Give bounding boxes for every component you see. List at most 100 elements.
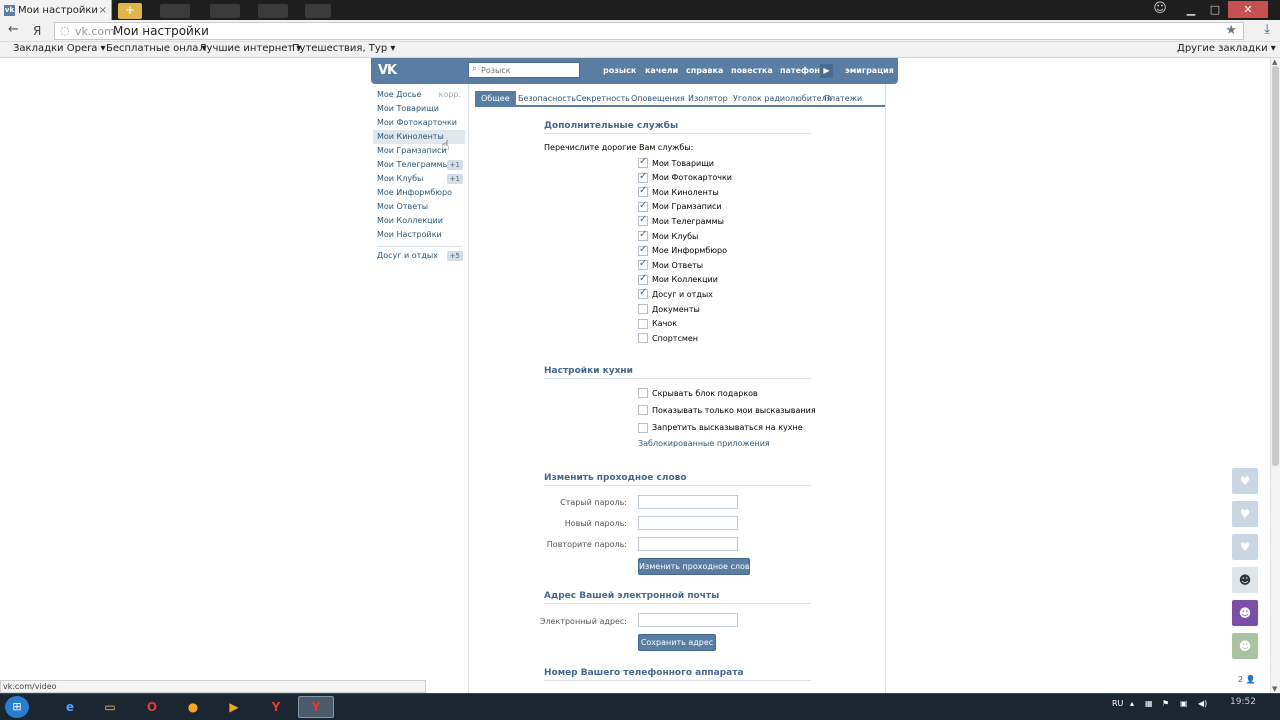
browser-tab[interactable]: vk Мои настройки × bbox=[0, 0, 112, 20]
background-tab[interactable] bbox=[160, 4, 190, 18]
friends-count[interactable]: 2 👤 bbox=[1238, 675, 1256, 684]
sidebar-item-videos[interactable]: Мои Киноленты bbox=[373, 130, 465, 144]
checkbox[interactable] bbox=[638, 273, 648, 285]
checkbox[interactable] bbox=[638, 388, 648, 398]
tab-payments[interactable]: Платежи bbox=[824, 91, 862, 107]
checkbox-row[interactable]: Спортсмен bbox=[638, 332, 698, 344]
bookmark-folder[interactable]: Бесплатные онла ▾ bbox=[106, 43, 207, 54]
other-bookmarks[interactable]: Другие закладки ▾ bbox=[1177, 43, 1276, 54]
sidebar-item-profile[interactable]: Мое Досье корр. bbox=[373, 88, 465, 102]
checkbox-row[interactable]: Мои Клубы bbox=[638, 229, 698, 242]
page-info-icon[interactable]: ◌ bbox=[60, 24, 70, 37]
tab-notifications[interactable]: Оповещения bbox=[631, 91, 685, 107]
language-indicator[interactable]: RU bbox=[1112, 699, 1123, 708]
minimize-icon[interactable]: ▁ bbox=[1180, 1, 1202, 18]
back-icon[interactable]: ← bbox=[8, 22, 19, 37]
tab-close-icon[interactable]: × bbox=[99, 5, 107, 16]
sidebar-item-audio[interactable]: Мои Грамзаписи bbox=[373, 144, 465, 158]
tab-security[interactable]: Безопасность bbox=[518, 91, 576, 107]
bookmark-star-icon[interactable]: ★ bbox=[1225, 23, 1237, 38]
checkbox[interactable] bbox=[638, 318, 648, 329]
background-tab[interactable] bbox=[210, 4, 240, 18]
checkbox-row[interactable]: Мои Ответы bbox=[638, 258, 703, 271]
bookmark-folder[interactable]: Путешествия, Тур ▾ bbox=[292, 43, 395, 54]
checkbox-row[interactable]: Мои Телеграммы bbox=[638, 214, 724, 227]
friend-avatar[interactable]: ☻ bbox=[1232, 567, 1258, 593]
new-tab-button[interactable]: + bbox=[118, 3, 142, 19]
checkbox-row[interactable]: Показывать только мои высказывания bbox=[638, 404, 816, 416]
start-button[interactable]: ⊞ bbox=[5, 696, 29, 718]
sidebar-item-photos[interactable]: Мои Фотокарточки bbox=[373, 116, 465, 130]
url-field[interactable]: Я ◌ vk.com Мои настройки ★ bbox=[33, 22, 1244, 40]
sidebar-item-friends[interactable]: Мои Товарищи bbox=[373, 102, 465, 116]
bookmark-folder[interactable]: Лучшие интернет ▾ bbox=[199, 43, 301, 54]
user-profile-icon[interactable]: ☺ bbox=[1150, 1, 1170, 19]
checkbox[interactable] bbox=[638, 422, 648, 433]
sidebar-item-leisure[interactable]: Досуг и отдых +5 bbox=[373, 249, 465, 263]
explorer-icon[interactable]: ▭ bbox=[92, 696, 128, 718]
checkbox[interactable] bbox=[638, 229, 648, 241]
scroll-up-icon[interactable]: ▲ bbox=[1272, 58, 1277, 66]
checkbox-row[interactable]: Мои Коллекции bbox=[638, 273, 718, 286]
checkbox[interactable] bbox=[638, 304, 648, 314]
vk-logo[interactable]: VK bbox=[378, 63, 404, 79]
checkbox[interactable] bbox=[638, 287, 648, 300]
old-password-field[interactable] bbox=[638, 495, 738, 509]
nav-link[interactable]: патефон bbox=[780, 66, 820, 75]
sidebar-item-news[interactable]: Мое Информбюро bbox=[373, 186, 465, 200]
tab-blacklist[interactable]: Изолятор bbox=[688, 91, 728, 107]
flag-icon[interactable]: ⚑ bbox=[1162, 699, 1169, 708]
checkbox[interactable] bbox=[638, 185, 648, 198]
close-window-icon[interactable]: ✕ bbox=[1228, 1, 1268, 18]
sidebar-item-bookmarks[interactable]: Мои Коллекции bbox=[373, 214, 465, 228]
checkbox-row[interactable]: Мои Товарищи bbox=[638, 156, 714, 169]
friend-avatar[interactable]: ♥ bbox=[1232, 501, 1258, 527]
background-tab[interactable] bbox=[305, 4, 331, 18]
blocked-apps-link[interactable]: Заблокированные приложения bbox=[638, 439, 770, 448]
friend-avatar[interactable]: ♥ bbox=[1232, 534, 1258, 560]
download-icon[interactable]: ⤓ bbox=[1264, 22, 1270, 37]
player-icon[interactable]: ▶ bbox=[216, 696, 252, 718]
tab-general[interactable]: Общее bbox=[475, 91, 516, 107]
checkbox[interactable] bbox=[638, 171, 648, 183]
yandex-browser-icon[interactable]: Y bbox=[258, 696, 294, 718]
opera-icon[interactable]: O bbox=[134, 696, 170, 718]
tab-privacy[interactable]: Секретность bbox=[576, 91, 630, 107]
search-box[interactable]: ⌕ bbox=[468, 62, 580, 78]
checkbox-row[interactable]: Досуг и отдых bbox=[638, 287, 713, 300]
bookmark-folder[interactable]: Закладки Opera ▾ bbox=[13, 43, 106, 54]
volume-icon[interactable]: ◀) bbox=[1198, 699, 1207, 708]
sidebar-item-messages[interactable]: Мои Телеграммы +1 bbox=[373, 158, 465, 172]
maximize-icon[interactable]: □ bbox=[1204, 1, 1226, 18]
scroll-down-icon[interactable]: ▼ bbox=[1272, 685, 1277, 693]
email-field[interactable] bbox=[638, 613, 738, 627]
checkbox[interactable] bbox=[638, 405, 648, 416]
sidebar-item-groups[interactable]: Мои Клубы +1 bbox=[373, 172, 465, 186]
sidebar-item-answers[interactable]: Мои Ответы bbox=[373, 200, 465, 214]
play-arrow-icon[interactable]: ▶ bbox=[820, 64, 833, 78]
checkbox[interactable] bbox=[638, 333, 648, 344]
friend-avatar[interactable]: ☻ bbox=[1232, 633, 1258, 659]
checkbox-row[interactable]: Мое Информбюро bbox=[638, 244, 727, 257]
checkbox[interactable] bbox=[638, 258, 648, 271]
sidebar-item-settings[interactable]: Мои Настройки bbox=[373, 228, 465, 242]
friend-avatar[interactable]: ☻ bbox=[1232, 600, 1258, 626]
tab-apps[interactable]: Уголок радиолюбителя bbox=[733, 91, 831, 107]
checkbox[interactable] bbox=[638, 214, 648, 227]
nav-link[interactable]: розыск bbox=[603, 66, 636, 75]
media-icon[interactable]: ● bbox=[175, 696, 211, 718]
background-tab[interactable] bbox=[258, 4, 288, 18]
yandex-browser-active-icon[interactable]: Y bbox=[298, 696, 334, 718]
checkbox[interactable] bbox=[638, 244, 648, 256]
network-icon[interactable]: ▦ bbox=[1145, 699, 1153, 708]
nav-link[interactable]: справка bbox=[686, 66, 723, 75]
checkbox-row[interactable]: Мои Фотокарточки bbox=[638, 171, 732, 184]
clock[interactable]: 19:52 bbox=[1218, 697, 1268, 707]
ie-icon[interactable]: e bbox=[52, 696, 88, 718]
edit-link[interactable]: корр. bbox=[439, 88, 461, 102]
checkbox-row[interactable]: Документы bbox=[638, 303, 700, 315]
checkbox-row[interactable]: Мои Грамзаписи bbox=[638, 200, 722, 213]
checkbox-row[interactable]: Мои Киноленты bbox=[638, 185, 719, 198]
page-scrollbar[interactable]: ▲ ▼ bbox=[1270, 58, 1280, 693]
new-password-field[interactable] bbox=[638, 516, 738, 530]
